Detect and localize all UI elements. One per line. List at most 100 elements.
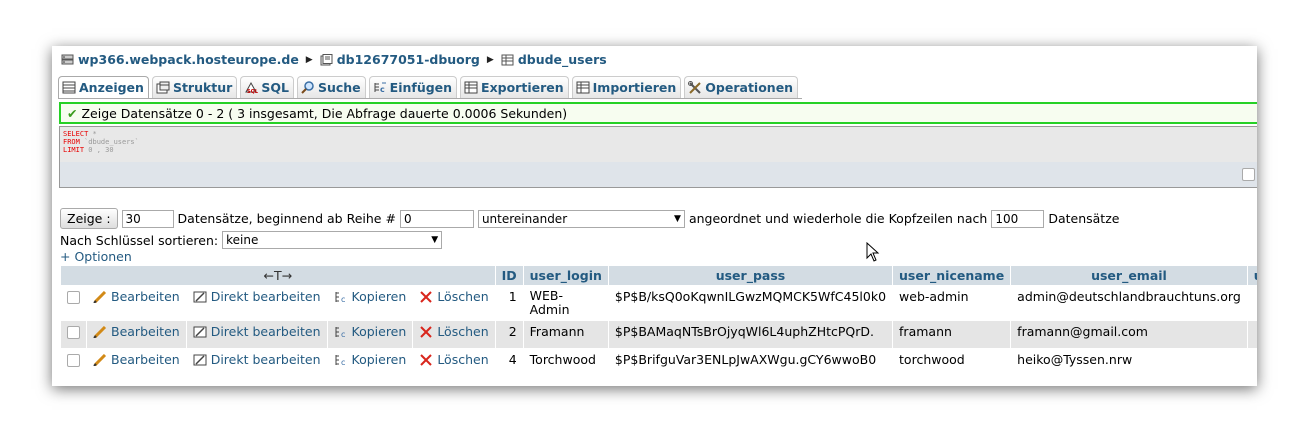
- breadcrumb: wp366.webpack.hosteurope.de ▶ db12677051…: [61, 52, 607, 67]
- column-header-user-nicename[interactable]: user_nicename: [893, 266, 1011, 285]
- table-row: Bearbeiten Direkt bearbeiten c Kopieren L…: [61, 349, 1257, 376]
- start-row-input[interactable]: 0: [399, 209, 474, 228]
- cell-user-nicename[interactable]: framann: [893, 321, 1011, 348]
- rows-count-input[interactable]: 30: [121, 209, 174, 228]
- copy-link[interactable]: c Kopieren: [327, 321, 413, 348]
- search-icon: [301, 81, 314, 94]
- table-header-row: ←T→ ID user_login user_pass user_nicenam…: [61, 266, 1257, 285]
- sql-text: *: [88, 130, 97, 138]
- cell-user-pass[interactable]: $P$BrifguVar3ENLpJwAXWgu.gCY6wwoB0: [608, 349, 893, 376]
- repeat-headers-input[interactable]: 100: [991, 209, 1045, 228]
- edit-link[interactable]: Bearbeiten: [87, 349, 186, 376]
- copy-link[interactable]: c Kopieren: [327, 286, 413, 320]
- column-header-id[interactable]: ID: [495, 266, 523, 285]
- column-arrows[interactable]: ←T→: [61, 266, 495, 285]
- sql-toolbar: [60, 162, 1257, 187]
- edit-link[interactable]: Bearbeiten: [87, 321, 186, 348]
- export-icon: [464, 81, 478, 94]
- operations-icon: [688, 81, 702, 94]
- tab-sql[interactable]: SQL SQL: [240, 76, 294, 98]
- tab-label: SQL: [261, 80, 289, 95]
- sort-key-select[interactable]: keine ▼: [222, 231, 443, 249]
- column-header-user-pass[interactable]: user_pass: [608, 266, 893, 285]
- delete-link[interactable]: Löschen: [413, 286, 495, 320]
- inline-edit-label: Direkt bearbeiten: [210, 289, 321, 304]
- cell-user-email[interactable]: heiko@Tyssen.nrw: [1011, 349, 1247, 376]
- sql-query-box: SELECT * FROM `dbude_users` LIMIT 0 , 30: [59, 126, 1257, 188]
- cell-id[interactable]: 4: [495, 349, 523, 376]
- inline-edit-icon: [193, 291, 207, 303]
- inline-edit-label: Direkt bearbeiten: [210, 352, 321, 367]
- row-checkbox[interactable]: [67, 326, 80, 339]
- row-checkbox[interactable]: [67, 291, 80, 304]
- cell-user-login[interactable]: WEB-Admin: [523, 286, 608, 320]
- cell-user-url[interactable]: [1247, 349, 1257, 376]
- copy-icon: c: [335, 355, 345, 366]
- cell-user-pass[interactable]: $P$B/ksQ0oKqwnILGwzMQMCK5WfC45l0k0: [608, 286, 893, 320]
- sql-query-text[interactable]: SELECT * FROM `dbude_users` LIMIT 0 , 30: [60, 127, 1257, 157]
- breadcrumb-database[interactable]: db12677051-dbuorg: [337, 52, 480, 67]
- mouse-cursor-icon: [866, 242, 880, 262]
- cell-user-email[interactable]: admin@deutschlandbrauchtuns.org: [1011, 286, 1247, 320]
- cell-user-pass[interactable]: $P$BAMaqNTsBrOjyqWl6L4uphZHtcPQrD.: [608, 321, 893, 348]
- show-button[interactable]: Zeige :: [60, 208, 118, 229]
- cell-user-login[interactable]: Torchwood: [523, 349, 608, 376]
- options-link[interactable]: + Optionen: [60, 249, 132, 264]
- cell-user-nicename[interactable]: web-admin: [893, 286, 1011, 320]
- delete-label: Löschen: [437, 324, 489, 339]
- tab-bar: Anzeigen Struktur SQL SQL Suche c Einfüg…: [58, 76, 803, 99]
- delete-icon: [420, 354, 433, 366]
- inline-edit-label: Direkt bearbeiten: [210, 324, 321, 339]
- table-row: Bearbeiten Direkt bearbeiten c Kopieren L…: [61, 286, 1257, 320]
- cell-id[interactable]: 1: [495, 286, 523, 320]
- sql-keyword: LIMIT: [63, 146, 85, 154]
- cell-user-nicename[interactable]: torchwood: [893, 349, 1011, 376]
- delete-link[interactable]: Löschen: [413, 321, 495, 348]
- tab-suche[interactable]: Suche: [296, 76, 366, 98]
- server-icon: [61, 54, 74, 64]
- cell-user-url[interactable]: [1247, 321, 1257, 348]
- sql-text: `dbude_users`: [79, 138, 139, 146]
- tab-struktur[interactable]: Struktur: [151, 76, 238, 98]
- profiling-checkbox[interactable]: [1242, 168, 1255, 181]
- cell-user-login[interactable]: Framann: [523, 321, 608, 348]
- breadcrumb-table[interactable]: dbude_users: [518, 52, 607, 67]
- table-row: Bearbeiten Direkt bearbeiten c Kopieren L…: [61, 321, 1257, 348]
- inline-edit-link[interactable]: Direkt bearbeiten: [186, 286, 327, 320]
- inline-edit-link[interactable]: Direkt bearbeiten: [186, 349, 327, 376]
- navigation-bar: Zeige : 30 Datensätze, beginnend ab Reih…: [60, 208, 1119, 229]
- inline-edit-icon: [193, 354, 207, 366]
- copy-link[interactable]: c Kopieren: [327, 349, 413, 376]
- pencil-icon: [93, 354, 107, 366]
- tab-einfuegen[interactable]: c Einfügen: [368, 76, 458, 98]
- tab-importieren[interactable]: Importieren: [571, 76, 682, 98]
- tab-label: Suche: [317, 80, 361, 95]
- breadcrumb-server[interactable]: wp366.webpack.hosteurope.de: [78, 52, 299, 67]
- rows-label: Datensätze, beginnend ab Reihe #: [177, 211, 396, 226]
- breadcrumb-separator-icon: ▶: [305, 54, 313, 65]
- row-checkbox[interactable]: [67, 354, 80, 367]
- cell-user-url[interactable]: [1247, 286, 1257, 320]
- tab-operationen[interactable]: Operationen: [684, 76, 799, 98]
- column-header-user-login[interactable]: user_login: [523, 266, 608, 285]
- column-header-user-u[interactable]: user_u: [1247, 266, 1257, 285]
- cell-id[interactable]: 2: [495, 321, 523, 348]
- sort-key-value: keine: [226, 233, 259, 247]
- breadcrumb-separator-icon: ▶: [486, 54, 494, 65]
- column-header-user-email[interactable]: user_email: [1011, 266, 1247, 285]
- display-mode-select[interactable]: untereinander ▼: [477, 209, 685, 228]
- tab-anzeigen[interactable]: Anzeigen: [58, 76, 149, 98]
- sort-bar: Nach Schlüssel sortieren: keine ▼: [60, 231, 443, 249]
- sql-keyword: SELECT: [63, 130, 89, 138]
- copy-icon: c: [335, 327, 345, 338]
- inline-edit-link[interactable]: Direkt bearbeiten: [186, 321, 327, 348]
- cell-user-email[interactable]: framann@gmail.com: [1011, 321, 1247, 348]
- tab-label: Exportieren: [481, 80, 564, 95]
- edit-link[interactable]: Bearbeiten: [87, 286, 186, 320]
- row-select-cell: [61, 321, 86, 348]
- copy-icon: c: [335, 292, 345, 303]
- sort-label: Nach Schlüssel sortieren:: [60, 232, 219, 248]
- delete-link[interactable]: Löschen: [413, 349, 495, 376]
- tab-exportieren[interactable]: Exportieren: [460, 76, 569, 98]
- check-icon: ✔: [67, 105, 78, 121]
